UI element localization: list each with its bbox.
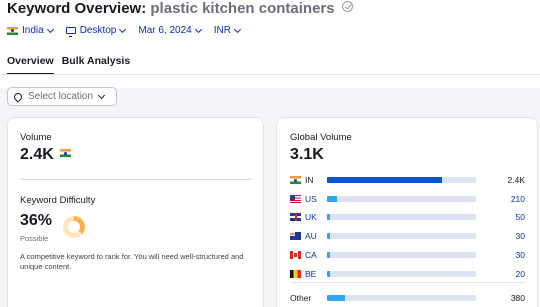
page-header: Keyword Overview: plastic kitchen contai… bbox=[0, 0, 540, 88]
other-label: Other bbox=[290, 293, 312, 303]
currency-label: INR bbox=[213, 25, 231, 36]
location-select[interactable]: Select location bbox=[7, 87, 117, 106]
canada-flag-icon bbox=[290, 251, 301, 259]
global-volume-label: Global Volume bbox=[290, 132, 352, 143]
header-divider bbox=[0, 74, 540, 75]
india-flag-icon bbox=[290, 176, 301, 184]
device-label: Desktop bbox=[79, 25, 117, 36]
volume-bar-fill bbox=[327, 271, 330, 277]
volume-bar bbox=[327, 252, 476, 258]
location-pin-icon bbox=[12, 90, 24, 103]
uk-flag-icon bbox=[290, 213, 301, 221]
country-code[interactable]: US bbox=[305, 194, 329, 204]
chevron-down-icon bbox=[119, 25, 127, 33]
country-volume: 2.4K bbox=[507, 175, 526, 185]
volume-bar-fill bbox=[327, 295, 345, 301]
chevron-down-icon bbox=[46, 25, 54, 33]
volume-value: 2.4K bbox=[20, 146, 75, 164]
country-code[interactable]: BE bbox=[305, 269, 329, 279]
country-row-be[interactable]: BE 20 bbox=[290, 268, 525, 280]
country-row-us[interactable]: US 210 bbox=[290, 193, 525, 205]
date-dropdown[interactable]: Mar 6, 2024 bbox=[138, 25, 202, 36]
keyword-text: plastic kitchen containers bbox=[150, 0, 335, 17]
volume-bar bbox=[327, 214, 476, 220]
volume-number: 2.4K bbox=[20, 146, 54, 163]
volume-bar bbox=[327, 196, 476, 202]
volume-bar-fill bbox=[327, 233, 330, 239]
tab-bulk-analysis[interactable]: Bulk Analysis bbox=[62, 55, 130, 75]
country-volume[interactable]: 20 bbox=[516, 269, 525, 279]
country-row-other: Other 380 bbox=[290, 292, 525, 304]
volume-bar bbox=[327, 295, 476, 301]
country-code[interactable]: CA bbox=[305, 250, 329, 260]
country-row-in: IN 2.4K bbox=[290, 174, 525, 186]
database-dropdown[interactable]: India bbox=[7, 25, 54, 36]
volume-bar-fill bbox=[327, 214, 330, 220]
us-flag-icon bbox=[290, 195, 301, 203]
page-title: Keyword Overview: plastic kitchen contai… bbox=[7, 0, 353, 17]
country-volume[interactable]: 30 bbox=[516, 231, 525, 241]
kd-rating: Possible bbox=[20, 234, 49, 243]
chevron-down-icon bbox=[194, 25, 202, 33]
volume-label: Volume bbox=[20, 132, 52, 143]
other-volume: 380 bbox=[510, 293, 525, 303]
date-label: Mar 6, 2024 bbox=[138, 25, 192, 36]
chevron-down-icon bbox=[233, 25, 242, 33]
verified-check-icon bbox=[341, 1, 353, 12]
volume-difficulty-card: Volume 2.4K Keyword Difficulty 36% Possi… bbox=[7, 117, 264, 307]
country-row-ca[interactable]: CA 30 bbox=[290, 249, 525, 261]
card-divider bbox=[20, 179, 252, 180]
india-flag-icon bbox=[7, 26, 18, 35]
country-code[interactable]: UK bbox=[305, 212, 329, 222]
country-volume[interactable]: 210 bbox=[511, 194, 525, 204]
location-placeholder: Select location bbox=[28, 91, 94, 102]
country-row-au[interactable]: AU 30 bbox=[290, 230, 525, 242]
database-label: India bbox=[22, 25, 44, 36]
belgium-flag-icon bbox=[290, 270, 301, 278]
desktop-icon bbox=[65, 27, 76, 37]
title-prefix: Keyword Overview: bbox=[7, 0, 147, 17]
kd-description: A competitive keyword to rank for. You w… bbox=[20, 252, 244, 271]
country-code[interactable]: AU bbox=[305, 231, 329, 241]
currency-dropdown[interactable]: INR bbox=[213, 25, 242, 36]
filter-bar: India Desktop Mar 6, 2024 INR bbox=[7, 25, 253, 37]
australia-flag-icon bbox=[290, 232, 301, 240]
kd-label: Keyword Difficulty bbox=[20, 195, 96, 206]
chevron-down-icon bbox=[98, 91, 106, 99]
volume-bar-fill bbox=[327, 196, 338, 202]
country-volume[interactable]: 30 bbox=[516, 250, 525, 260]
country-code: IN bbox=[305, 175, 314, 185]
volume-bar bbox=[327, 233, 476, 239]
volume-bar bbox=[327, 271, 476, 277]
global-volume-value: 3.1K bbox=[290, 146, 324, 163]
india-flag-icon bbox=[60, 149, 72, 157]
volume-bar-fill bbox=[327, 177, 442, 183]
country-row-uk[interactable]: UK 50 bbox=[290, 211, 525, 223]
tab-overview[interactable]: Overview bbox=[7, 55, 54, 75]
kd-donut bbox=[63, 216, 85, 238]
other-divider bbox=[290, 282, 525, 283]
volume-bar bbox=[327, 177, 476, 183]
global-volume-card: Global Volume 3.1K IN 2.4K US 210 UK 50 … bbox=[276, 117, 538, 307]
country-volume[interactable]: 50 bbox=[516, 212, 525, 222]
volume-bar-fill bbox=[327, 252, 330, 258]
device-dropdown[interactable]: Desktop bbox=[65, 25, 127, 37]
tab-bar: Overview Bulk Analysis bbox=[7, 55, 138, 75]
kd-value: 36% bbox=[20, 212, 53, 229]
